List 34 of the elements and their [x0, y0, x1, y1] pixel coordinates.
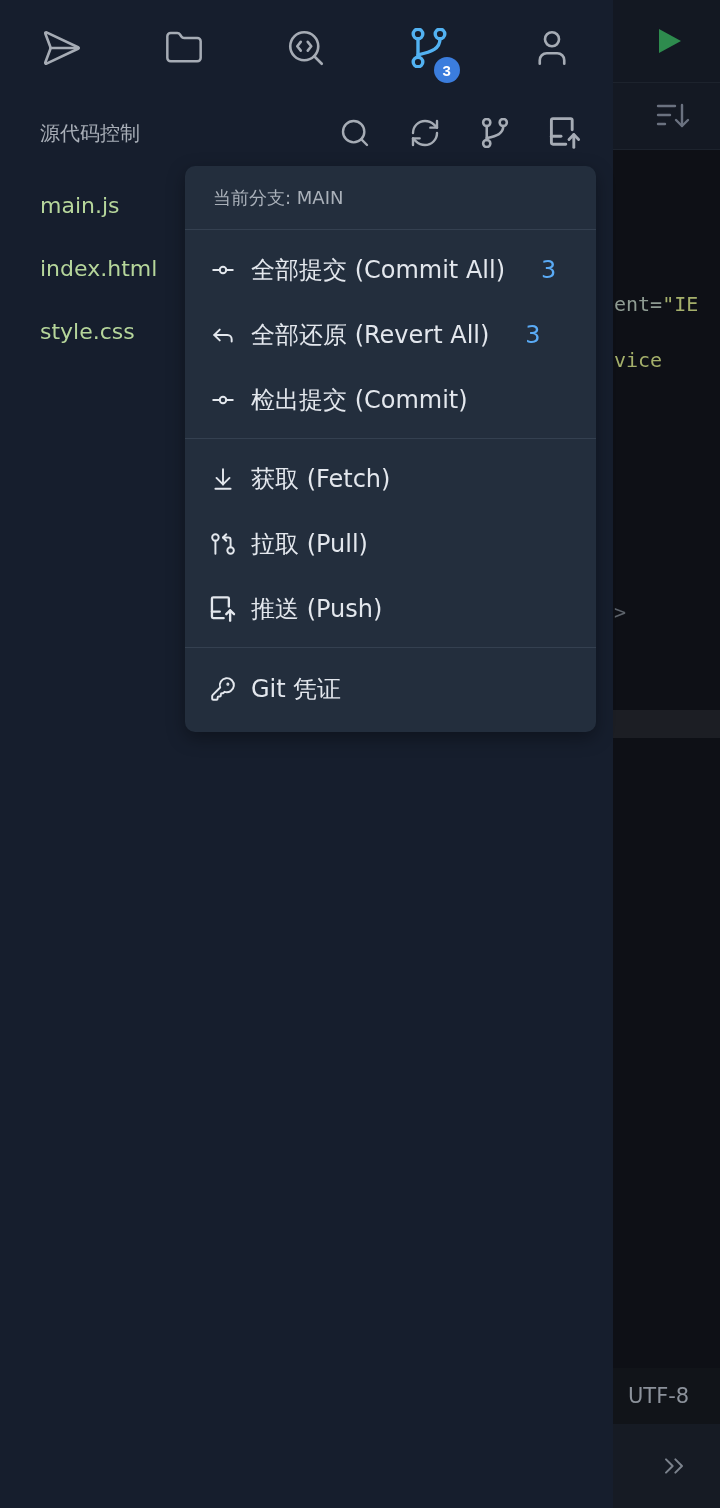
code-text: vice: [614, 347, 663, 374]
upload-file-icon: [210, 595, 236, 622]
change-count: 3: [525, 320, 541, 349]
menu-item-label: Git 凭证: [251, 673, 342, 705]
key-icon: [210, 675, 236, 702]
activity-tab[interactable]: 3: [367, 0, 491, 95]
menu-item[interactable]: 获取 (Fetch): [185, 446, 596, 511]
notification-badge: 3: [433, 57, 460, 83]
change-count: 3: [541, 255, 557, 284]
menu-item[interactable]: 拉取 (Pull): [185, 511, 596, 576]
sort-descending-icon: [656, 103, 690, 129]
menu-item-label: 检出提交 (Commit): [251, 384, 468, 416]
menu-item-label: 全部还原 (Revert All): [251, 319, 490, 351]
menu-item[interactable]: 检出提交 (Commit): [185, 367, 596, 432]
menu-item-label: 全部提交 (Commit All): [251, 254, 505, 286]
menu-item-label: 获取 (Fetch): [251, 463, 391, 495]
upload-file-icon: [549, 117, 581, 149]
current-branch-label: 当前分支: MAIN: [212, 185, 345, 210]
menu-item[interactable]: 全部还原 (Revert All) 3: [185, 302, 596, 367]
encoding-label: UTF-8: [628, 1384, 690, 1408]
search-icon: [339, 117, 371, 149]
code-text: "IE: [662, 291, 699, 318]
menu-item[interactable]: 全部提交 (Commit All) 3: [185, 237, 596, 302]
menu-item-label: 推送 (Push): [251, 593, 383, 625]
menu-item[interactable]: 推送 (Push): [185, 576, 596, 641]
menu-item-label: 拉取 (Pull): [251, 528, 368, 560]
pull-request-icon: [210, 530, 236, 557]
panel-title: 源代码控制: [40, 119, 140, 147]
branch-icon: [480, 118, 510, 148]
menu-item[interactable]: Git 凭证: [185, 656, 596, 721]
code-text: ent=: [614, 291, 663, 318]
play-icon: [658, 28, 682, 54]
refresh-icon: [409, 117, 441, 149]
code-text: >: [614, 599, 627, 626]
